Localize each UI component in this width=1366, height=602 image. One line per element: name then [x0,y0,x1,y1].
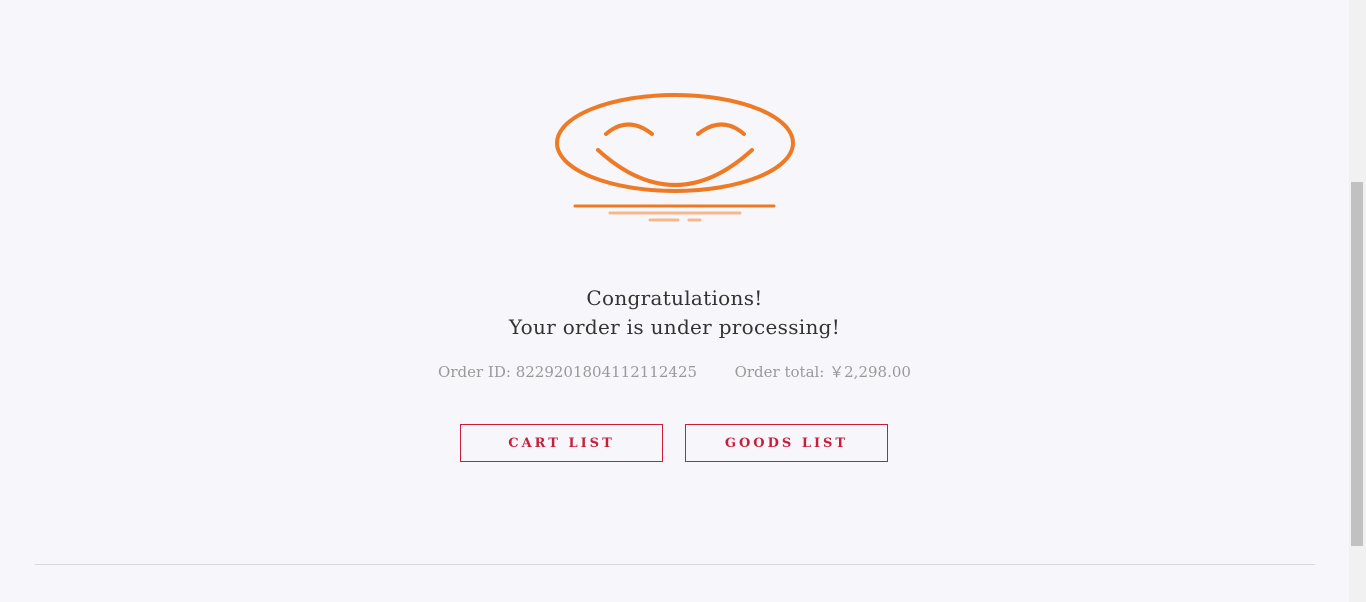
smile-mouth [596,148,754,187]
congratulations-text: Congratulations! [586,286,763,310]
smiley-face-svg [555,93,795,222]
right-eye [696,122,746,136]
order-summary: Order ID: 8229201804112112425 Order tota… [0,361,1349,383]
goods-list-button[interactable]: GOODS LIST [685,424,888,462]
smiley-face-icon [540,80,810,240]
footer-divider [35,564,1315,565]
face-outline [555,93,795,193]
scrollbar-thumb[interactable] [1351,182,1363,546]
order-id-value: 8229201804112112425 [515,363,698,381]
order-id-label: Order ID: [438,363,511,381]
left-eye [604,122,654,136]
order-total-label: Order total: [734,363,825,381]
success-message: Congratulations! Your order is under pro… [0,284,1349,342]
cart-list-button[interactable]: CART LIST [460,424,663,462]
order-success-page: Congratulations! Your order is under pro… [0,0,1349,602]
processing-text: Your order is under processing! [508,315,841,339]
order-total-value: ￥2,298.00 [829,363,911,381]
